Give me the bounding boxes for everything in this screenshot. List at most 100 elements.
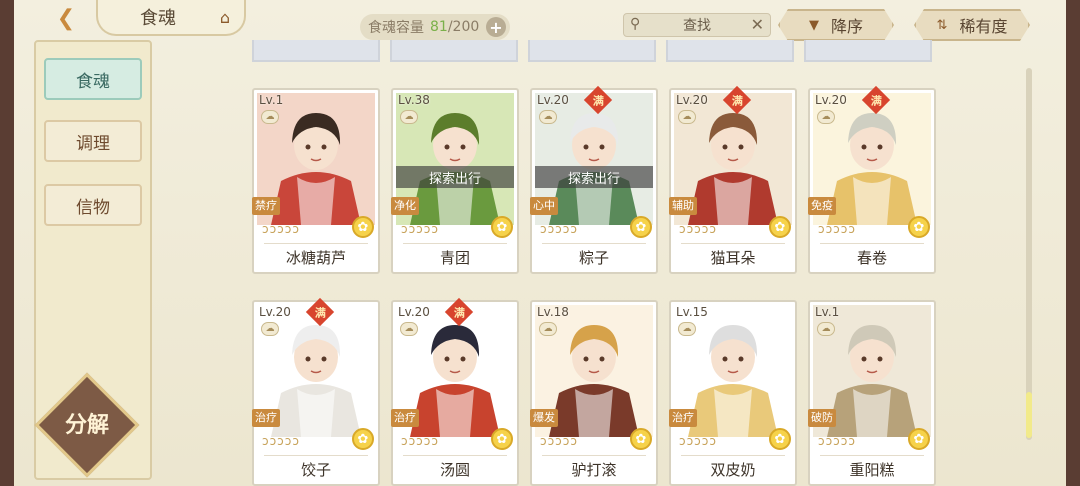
back-arrow-icon[interactable]: ❮ <box>46 2 86 34</box>
cloud-icon: ☁ <box>400 322 418 336</box>
max-badge-label: 满 <box>314 306 326 319</box>
cloud-icon: ☁ <box>817 110 835 124</box>
triangle-down-icon: ▼ <box>808 17 819 33</box>
food-soul-card[interactable]: Lv.20 满 ☁ 辅助 ↄↄↄↄↄ ✿ 猫耳朵 <box>669 85 797 274</box>
role-tag: 禁疗 <box>252 197 280 215</box>
level-label: Lv.1 <box>815 305 840 319</box>
house-icon[interactable]: ⌂ <box>212 8 238 28</box>
character-name: 冰糖葫芦 <box>285 249 346 267</box>
max-badge-label: 满 <box>592 94 604 107</box>
flower-icon: ✿ <box>352 216 374 238</box>
capacity-label: 食魂容量 <box>368 20 424 36</box>
flower-icon: ✿ <box>908 428 930 450</box>
sort-rarity-button[interactable]: ⇅ 稀有度 <box>914 9 1030 41</box>
role-tag: 净化 <box>391 197 419 215</box>
divider <box>264 243 368 244</box>
character-name: 汤圆 <box>439 461 470 479</box>
cloud-icon: ☁ <box>678 322 696 336</box>
flower-icon: ✿ <box>908 216 930 238</box>
search-icon: ⚲ <box>630 16 641 32</box>
search-label: 查找 <box>683 18 711 34</box>
role-tag: 破防 <box>808 409 836 427</box>
cloud-icon: ☁ <box>400 110 418 124</box>
role-tag: 免疫 <box>808 197 836 215</box>
role-tag: 辅助 <box>669 197 697 215</box>
food-soul-card[interactable]: Lv.20 满 ☁ 免疫 ↄↄↄↄↄ ✿ 春卷 <box>808 85 936 274</box>
scrollbar-thumb[interactable] <box>1026 392 1032 438</box>
character-name: 饺子 <box>300 461 331 479</box>
level-label: Lv.20 <box>676 93 708 107</box>
rank-stars: ↄↄↄↄↄ <box>401 222 439 236</box>
flower-icon: ✿ <box>630 428 652 450</box>
rank-stars: ↄↄↄↄↄ <box>540 434 578 448</box>
decompose-label: 分解 <box>64 412 109 438</box>
level-label: Lv.1 <box>259 93 284 107</box>
divider <box>403 243 507 244</box>
sort-rarity-label: 稀有度 <box>959 17 1008 36</box>
cloud-icon: ☁ <box>539 110 557 124</box>
role-tag: 心中 <box>530 197 558 215</box>
max-badge-label: 满 <box>731 94 743 107</box>
character-name: 青团 <box>439 249 470 267</box>
scrollbar-track[interactable] <box>1026 68 1032 440</box>
previous-row-card <box>252 40 380 62</box>
previous-row-card <box>804 40 932 62</box>
flower-icon: ✿ <box>491 428 513 450</box>
tab-seasoning[interactable]: 调理 <box>44 120 142 162</box>
sort-order-button[interactable]: ▼ 降序 <box>778 9 894 41</box>
divider <box>542 243 646 244</box>
role-tag: 治疗 <box>669 409 697 427</box>
divider <box>681 455 785 456</box>
max-badge-label: 满 <box>870 94 882 107</box>
rank-stars: ↄↄↄↄↄ <box>818 222 856 236</box>
capacity-indicator: 食魂容量 81 /200 + <box>360 14 510 40</box>
food-soul-card[interactable]: Lv.1 ☁ 禁疗 ↄↄↄↄↄ ✿ 冰糖葫芦 <box>252 88 380 274</box>
level-label: Lv.20 <box>815 93 847 107</box>
character-name: 猫耳朵 <box>710 249 756 267</box>
divider <box>542 455 646 456</box>
rank-stars: ↄↄↄↄↄ <box>262 434 300 448</box>
flower-icon: ✿ <box>630 216 652 238</box>
food-soul-card[interactable]: Lv.38 ☁ 探索出行 净化 ↄↄↄↄↄ ✿ 青团 <box>391 88 519 274</box>
flower-icon: ✿ <box>352 428 374 450</box>
food-soul-card[interactable]: Lv.18 ☁ 爆发 ↄↄↄↄↄ ✿ 驴打滚 <box>530 300 658 486</box>
character-name: 粽子 <box>578 249 609 267</box>
rank-stars: ↄↄↄↄↄ <box>262 222 300 236</box>
level-label: Lv.20 <box>537 93 569 107</box>
previous-row-card <box>390 40 518 62</box>
food-soul-card[interactable]: Lv.20 满 ☁ 治疗 ↄↄↄↄↄ ✿ 饺子 <box>252 297 380 486</box>
character-name: 重阳糕 <box>849 461 895 479</box>
card-grid: Lv.1 ☁ 禁疗 ↄↄↄↄↄ ✿ 冰糖葫芦 Lv.38 ☁ 探索出行 净化 ↄ… <box>250 40 950 486</box>
role-tag: 爆发 <box>530 409 558 427</box>
frame-right <box>1066 0 1080 486</box>
rank-stars: ↄↄↄↄↄ <box>540 222 578 236</box>
clear-icon[interactable]: ✕ <box>751 15 764 34</box>
add-capacity-button[interactable]: + <box>486 17 506 37</box>
role-tag: 治疗 <box>391 409 419 427</box>
divider <box>681 243 785 244</box>
level-label: Lv.18 <box>537 305 569 319</box>
level-label: Lv.20 <box>259 305 291 319</box>
cloud-icon: ☁ <box>261 322 279 336</box>
tab-tokens[interactable]: 信物 <box>44 184 142 226</box>
cloud-icon: ☁ <box>678 110 696 124</box>
tab-food-souls[interactable]: 食魂 <box>44 58 142 100</box>
divider <box>264 455 368 456</box>
cloud-icon: ☁ <box>261 110 279 124</box>
food-soul-card[interactable]: Lv.20 满 ☁ 治疗 ↄↄↄↄↄ ✿ 汤圆 <box>391 297 519 486</box>
search-field[interactable]: ⚲ 查找 ✕ <box>623 13 771 37</box>
previous-row-card <box>528 40 656 62</box>
cloud-icon: ☁ <box>817 322 835 336</box>
sort-order-label: 降序 <box>830 17 863 36</box>
flower-icon: ✿ <box>491 216 513 238</box>
previous-row-card <box>666 40 794 62</box>
level-label: Lv.20 <box>398 305 430 319</box>
level-label: Lv.38 <box>398 93 430 107</box>
character-name: 双皮奶 <box>710 461 756 479</box>
divider <box>403 455 507 456</box>
food-soul-card[interactable]: Lv.15 ☁ 治疗 ↄↄↄↄↄ ✿ 双皮奶 <box>669 300 797 486</box>
food-soul-card[interactable]: Lv.20 满 ☁ 探索出行 心中 ↄↄↄↄↄ ✿ 粽子 <box>530 85 658 274</box>
food-soul-card[interactable]: Lv.1 ☁ 破防 ↄↄↄↄↄ ✿ 重阳糕 <box>808 300 936 486</box>
character-name: 驴打滚 <box>571 461 617 479</box>
exploring-status: 探索出行 <box>535 166 653 188</box>
